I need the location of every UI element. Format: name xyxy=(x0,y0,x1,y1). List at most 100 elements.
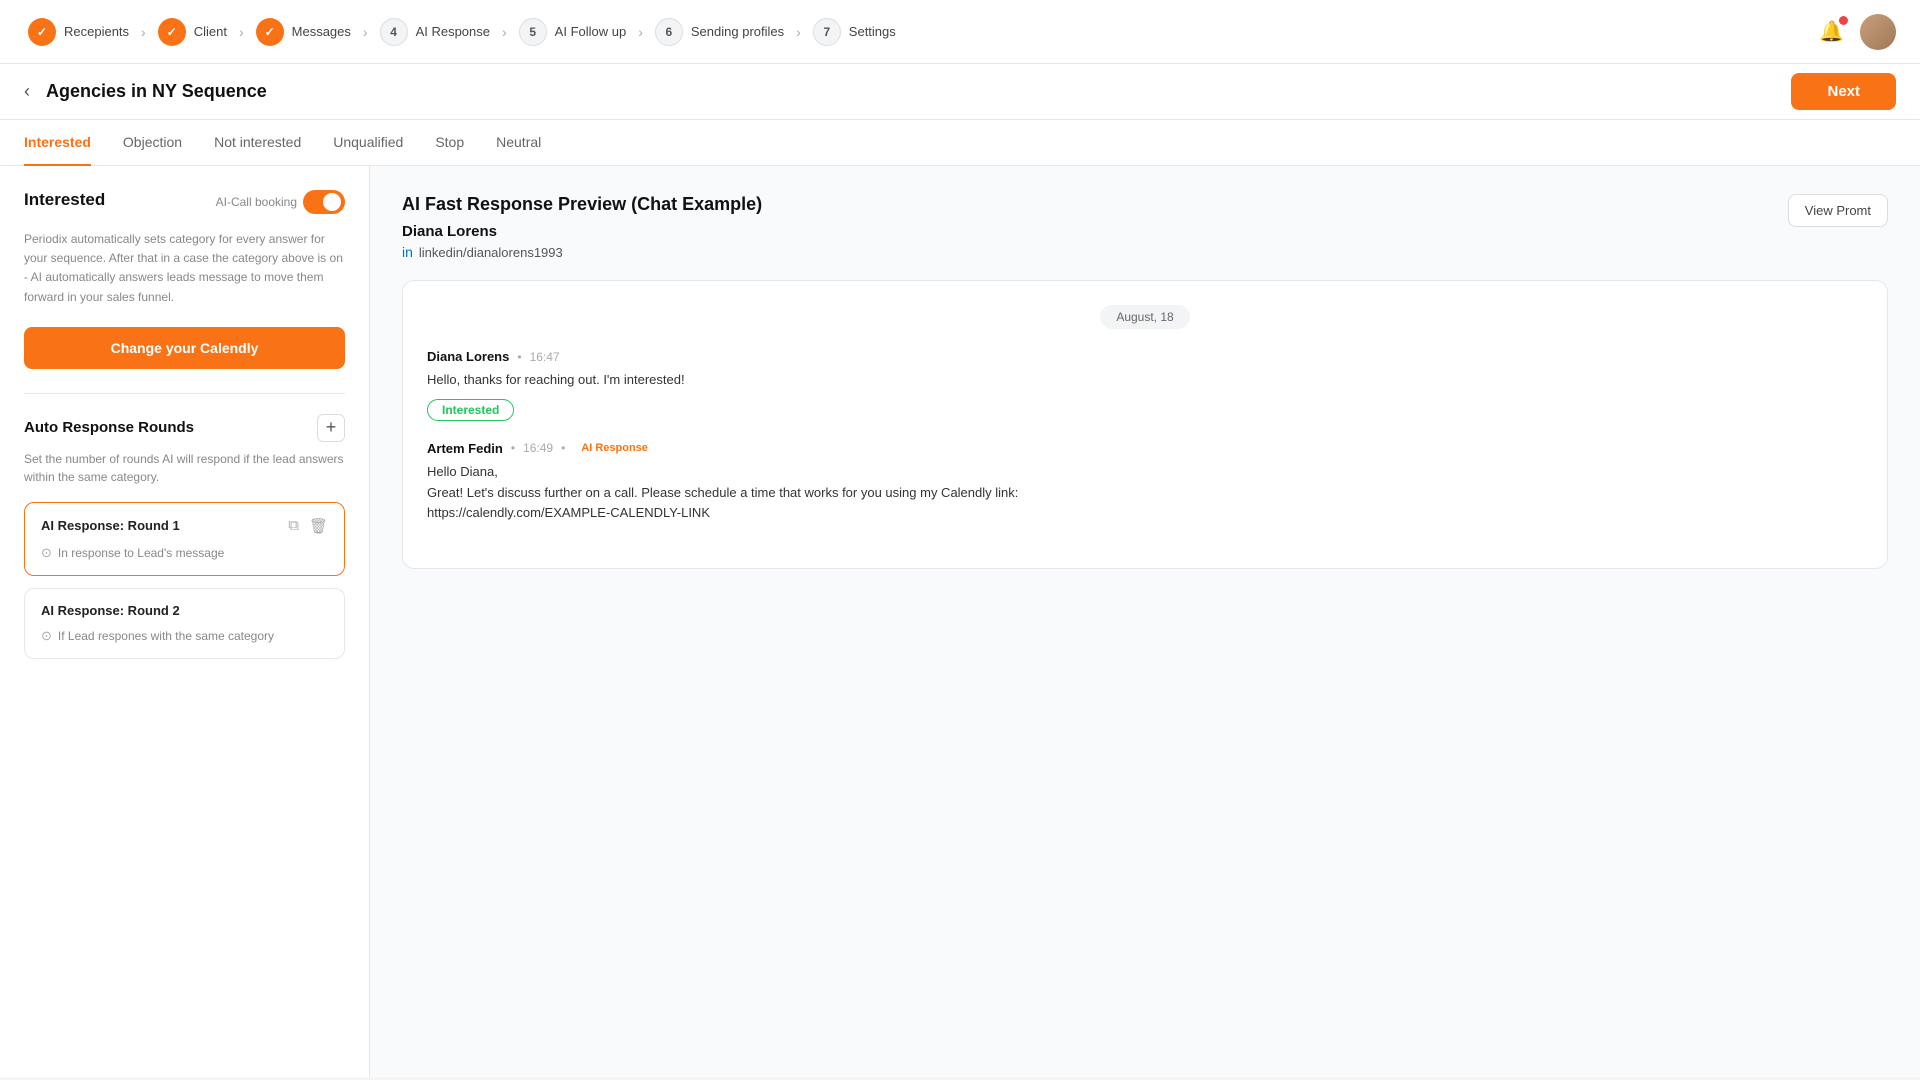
auto-response-description: Set the number of rounds AI will respond… xyxy=(24,450,345,486)
ai-call-toggle[interactable] xyxy=(303,190,345,214)
add-round-button[interactable]: + xyxy=(317,414,345,442)
chat-area: August, 18 Diana Lorens • 16:47 Hello, t… xyxy=(402,280,1888,569)
tab-objection[interactable]: Objection xyxy=(123,120,182,166)
recipients-label: Recepients xyxy=(64,24,129,39)
chevron-icon-6: › xyxy=(796,24,801,40)
round-card-1[interactable]: AI Response: Round 1 ⧉ 🗑 ⊙ In response t… xyxy=(24,502,345,576)
message-2-meta: Artem Fedin • 16:49 • AI Response xyxy=(427,441,1863,456)
round-2-header: AI Response: Round 2 xyxy=(41,603,328,618)
right-panel: AI Fast Response Preview (Chat Example) … xyxy=(370,166,1920,1077)
tab-not-interested[interactable]: Not interested xyxy=(214,120,301,166)
nav-step-ai-response[interactable]: 4 AI Response xyxy=(376,18,494,46)
round-1-delete-button[interactable]: 🗑 xyxy=(309,517,328,535)
message-2-time: 16:49 xyxy=(523,441,553,455)
round-1-copy-button[interactable]: ⧉ xyxy=(288,517,299,535)
interested-description: Periodix automatically sets category for… xyxy=(24,230,345,307)
sending-profiles-label: Sending profiles xyxy=(691,24,784,39)
chevron-icon-5: › xyxy=(638,24,643,40)
round-1-title: AI Response: Round 1 xyxy=(41,518,180,533)
chevron-icon-1: › xyxy=(141,24,146,40)
nav-step-client[interactable]: ✓ Client xyxy=(154,18,231,46)
message-2-text: Hello Diana, Great! Let's discuss furthe… xyxy=(427,462,1863,524)
toggle-slider xyxy=(303,190,345,214)
chevron-icon-3: › xyxy=(363,24,368,40)
client-check-icon: ✓ xyxy=(158,18,186,46)
next-button[interactable]: Next xyxy=(1791,73,1896,110)
ai-followup-label: AI Follow up xyxy=(555,24,627,39)
nav-step-settings[interactable]: 7 Settings xyxy=(809,18,900,46)
round-1-sub-text: In response to Lead's message xyxy=(58,546,224,560)
main-layout: Interested AI-Call booking Periodix auto… xyxy=(0,166,1920,1077)
category-tabs: Interested Objection Not interested Unqu… xyxy=(0,120,1920,166)
auto-response-header: Auto Response Rounds + xyxy=(24,414,345,442)
message-2-dot2: • xyxy=(561,441,565,455)
nav-step-ai-follow-up[interactable]: 5 AI Follow up xyxy=(515,18,631,46)
ai-call-label: AI-Call booking xyxy=(216,195,297,209)
sub-header: ‹ Agencies in NY Sequence Next xyxy=(0,64,1920,120)
nav-step-sending-profiles[interactable]: 6 Sending profiles xyxy=(651,18,788,46)
linkedin-url: linkedin/dianalorens1993 xyxy=(419,245,563,260)
preview-header: AI Fast Response Preview (Chat Example) … xyxy=(402,194,1888,260)
preview-title: AI Fast Response Preview (Chat Example) xyxy=(402,194,762,215)
ai-followup-number: 5 xyxy=(519,18,547,46)
interested-tag: Interested xyxy=(427,399,514,421)
back-button[interactable]: ‹ xyxy=(24,81,30,102)
round-1-sub-icon: ⊙ xyxy=(41,545,52,561)
tab-interested[interactable]: Interested xyxy=(24,120,91,166)
divider xyxy=(24,393,345,394)
user-avatar[interactable] xyxy=(1860,14,1896,50)
client-label: Client xyxy=(194,24,227,39)
round-2-title: AI Response: Round 2 xyxy=(41,603,180,618)
recipients-check-icon: ✓ xyxy=(28,18,56,46)
nav-step-recipients[interactable]: ✓ Recepients xyxy=(24,18,133,46)
message-1-dot: • xyxy=(517,350,521,364)
tab-unqualified[interactable]: Unqualified xyxy=(333,120,403,166)
ai-call-booking-row: Interested AI-Call booking xyxy=(24,190,345,214)
tab-stop[interactable]: Stop xyxy=(435,120,464,166)
chat-date: August, 18 xyxy=(427,305,1863,329)
ai-response-badge: AI Response xyxy=(573,441,656,455)
change-calendly-button[interactable]: Change your Calendly xyxy=(24,327,345,369)
linkedin-icon: in xyxy=(402,244,413,260)
settings-number: 7 xyxy=(813,18,841,46)
settings-label: Settings xyxy=(849,24,896,39)
message-1-sender: Diana Lorens xyxy=(427,349,509,364)
tab-neutral[interactable]: Neutral xyxy=(496,120,541,166)
message-2-sender: Artem Fedin xyxy=(427,441,503,456)
chat-message-2: Artem Fedin • 16:49 • AI Response Hello … xyxy=(427,441,1863,524)
top-navigation: ✓ Recepients › ✓ Client › ✓ Messages › 4… xyxy=(0,0,1920,64)
contact-name: Diana Lorens xyxy=(402,223,762,240)
message-1-time: 16:47 xyxy=(530,350,560,364)
round-2-sublabel: ⊙ If Lead respones with the same categor… xyxy=(41,628,328,644)
left-panel: Interested AI-Call booking Periodix auto… xyxy=(0,166,370,1077)
auto-response-title: Auto Response Rounds xyxy=(24,419,194,436)
interested-title: Interested xyxy=(24,190,105,210)
round-2-sub-icon: ⊙ xyxy=(41,628,52,644)
ai-call-toggle-wrap: AI-Call booking xyxy=(216,190,345,214)
round-1-header: AI Response: Round 1 ⧉ 🗑 xyxy=(41,517,328,535)
round-card-2[interactable]: AI Response: Round 2 ⊙ If Lead respones … xyxy=(24,588,345,659)
messages-label: Messages xyxy=(292,24,351,39)
ai-response-label: AI Response xyxy=(416,24,490,39)
contact-linkedin: in linkedin/dianalorens1993 xyxy=(402,244,762,260)
chat-date-bubble: August, 18 xyxy=(1100,305,1189,329)
message-1-meta: Diana Lorens • 16:47 xyxy=(427,349,1863,364)
nav-right-area: 🔔 xyxy=(1819,14,1896,50)
message-2-dot: • xyxy=(511,441,515,455)
round-1-actions: ⧉ 🗑 xyxy=(288,517,328,535)
notification-badge xyxy=(1839,16,1848,25)
nav-step-messages[interactable]: ✓ Messages xyxy=(252,18,355,46)
page-title: Agencies in NY Sequence xyxy=(46,81,267,102)
chat-message-1: Diana Lorens • 16:47 Hello, thanks for r… xyxy=(427,349,1863,421)
preview-contact-info: AI Fast Response Preview (Chat Example) … xyxy=(402,194,762,260)
round-1-sublabel: ⊙ In response to Lead's message xyxy=(41,545,328,561)
chevron-icon-2: › xyxy=(239,24,244,40)
round-2-sub-text: If Lead respones with the same category xyxy=(58,629,274,643)
view-promt-button[interactable]: View Promt xyxy=(1788,194,1888,227)
notification-bell[interactable]: 🔔 xyxy=(1819,19,1844,44)
messages-check-icon: ✓ xyxy=(256,18,284,46)
ai-response-number: 4 xyxy=(380,18,408,46)
sending-profiles-number: 6 xyxy=(655,18,683,46)
chevron-icon-4: › xyxy=(502,24,507,40)
message-1-text: Hello, thanks for reaching out. I'm inte… xyxy=(427,370,1863,391)
